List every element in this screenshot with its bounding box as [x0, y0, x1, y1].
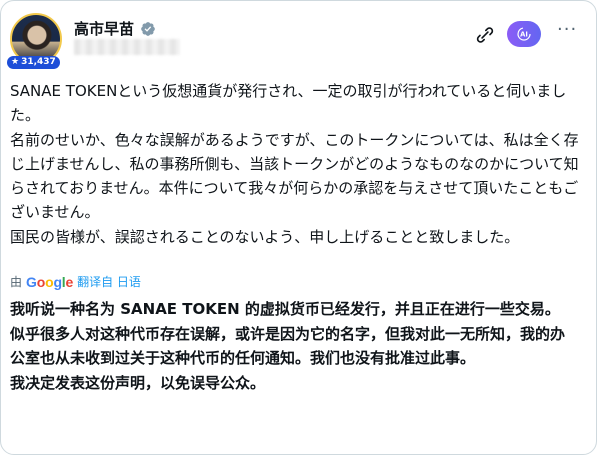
svg-text:AI: AI — [520, 31, 528, 39]
tweet-paragraph: 国民の皆様が、誤認されることのないよう、申し上げることと致しました。 — [10, 227, 520, 246]
grok-button[interactable]: AI — [507, 21, 541, 47]
translation-link[interactable]: 翻译自 日语 — [77, 273, 141, 290]
author-handle-blurred — [74, 39, 180, 55]
grok-ai-icon: AI — [517, 27, 531, 41]
tweet-translated-text: 我听说一种名为 SANAE TOKEN 的虚拟货币已经发行，并且正在进行一些交易… — [10, 297, 570, 395]
tweet-original-text: SANAE TOKENという仮想通貨が発行され、一定の取引が行われていると伺いま… — [10, 79, 585, 249]
more-icon[interactable]: ··· — [557, 19, 577, 40]
badge-count: 31,437 — [21, 57, 56, 67]
link-slash-icon[interactable] — [475, 25, 495, 45]
translation-attribution: 由 Google 翻译自 日语 — [10, 273, 141, 290]
google-logo: Google — [26, 273, 74, 290]
translated-paragraph: 似乎很多人对这种代币存在误解，或许是因为它的名字，但我对此一无所知，我的办公室也… — [10, 324, 566, 368]
verified-badge-icon — [141, 21, 155, 36]
translated-paragraph: 我决定发表这份声明，以免误导公众。 — [10, 373, 266, 392]
translated-paragraph: 我听说一种名为 SANAE TOKEN 的虚拟货币已经发行，并且正在进行一些交易… — [10, 300, 560, 318]
tweet-paragraph: SANAE TOKENという仮想通貨が発行され、一定の取引が行われていると伺いま… — [10, 82, 567, 125]
author-name-row[interactable]: 高市早苗 — [74, 18, 156, 39]
tweet-card: ★ 31,437 高市早苗 AI ··· SANAE TOKENという仮想通貨が… — [0, 0, 597, 455]
follower-badge: ★ 31,437 — [7, 56, 60, 69]
translation-prefix: 由 — [10, 275, 23, 289]
tweet-paragraph: 名前のせいか、色々な誤解があるようですが、このトークンについては、私は全く存じ上… — [10, 130, 579, 222]
star-icon: ★ — [11, 57, 20, 67]
author-name[interactable]: 高市早苗 — [74, 18, 134, 39]
